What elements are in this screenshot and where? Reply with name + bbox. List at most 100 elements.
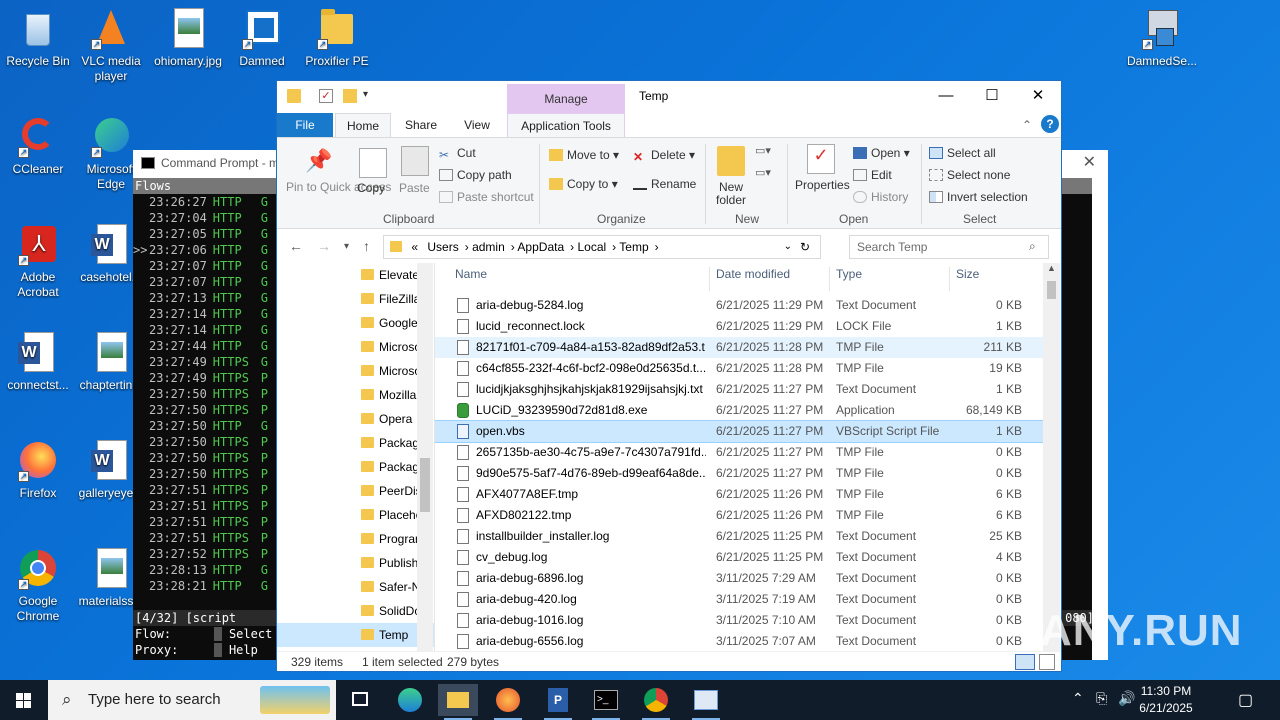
column-size[interactable]: Size: [956, 267, 979, 281]
search-input[interactable]: Search Temp: [849, 235, 1049, 259]
properties-quick-icon[interactable]: ✓: [319, 89, 333, 103]
file-row[interactable]: aria-debug-6896.log 3/11/2025 7:29 AM Text…: [435, 568, 1045, 589]
start-button[interactable]: [0, 680, 48, 720]
desktop-icon-damned[interactable]: ↗ Damned: [224, 8, 300, 69]
navigation-scroll-thumb[interactable]: [420, 458, 430, 512]
refresh-icon[interactable]: ↻: [800, 236, 810, 258]
desktop-icon-google-chrome[interactable]: ↗ Google Chrome: [0, 548, 76, 624]
nav-item[interactable]: Google: [277, 311, 434, 335]
nav-item[interactable]: Mozilla: [277, 383, 434, 407]
nav-item[interactable]: Microso: [277, 359, 434, 383]
desktop-icon-connectst[interactable]: Wconnectst...: [0, 332, 76, 393]
tab-application-tools[interactable]: Application Tools: [507, 113, 625, 137]
file-row[interactable]: lucid_reconnect.lock 6/21/2025 11:29 PM LO…: [435, 316, 1045, 337]
file-row[interactable]: 82171f01-c709-4a84-a153-82ad89df2a53.t..…: [435, 337, 1045, 358]
file-row[interactable]: AFXD802122.tmp 6/21/2025 11:26 PM TMP File…: [435, 505, 1045, 526]
pin-to-quick-access-button[interactable]: Pin to Quick access: [286, 181, 391, 194]
file-row[interactable]: open.vbs 6/21/2025 11:27 PM VBScript Scrip…: [435, 420, 1045, 443]
explorer-title-bar[interactable]: ✓ ▾ Manage Temp — ☐ ✕: [277, 81, 1061, 113]
nav-item[interactable]: Temp: [277, 623, 434, 647]
nav-item[interactable]: Progran: [277, 527, 434, 551]
copy-button[interactable]: Copy: [357, 181, 385, 195]
recent-locations-icon[interactable]: ▾: [344, 241, 349, 252]
file-row[interactable]: cv_debug.log 6/21/2025 11:25 PM Text Docum…: [435, 547, 1045, 568]
history-button[interactable]: History: [853, 190, 908, 204]
file-row[interactable]: installbuilder_installer.log 6/21/2025 11…: [435, 526, 1045, 547]
tab-file[interactable]: File: [277, 113, 333, 137]
taskbar-edge[interactable]: [390, 684, 430, 716]
desktop-icon-ohiomary-jpg[interactable]: ohiomary.jpg: [150, 8, 226, 69]
address-bar[interactable]: « Users › admin › AppData › Local › Temp › ⌄ …: [383, 235, 821, 259]
desktop-icon-recycle-bin[interactable]: Recycle Bin: [0, 8, 76, 69]
notifications-icon[interactable]: ▢: [1238, 690, 1253, 710]
new-item-icon[interactable]: ▭▾: [755, 144, 771, 157]
column-divider[interactable]: [709, 267, 710, 291]
desktop-icon-firefox[interactable]: ↗ Firefox: [0, 440, 76, 501]
file-row[interactable]: c64cf855-232f-4c6f-bcf2-098e0d25635d.t..…: [435, 358, 1045, 379]
new-folder-button[interactable]: New folder: [714, 181, 748, 207]
cmd-scrollbar[interactable]: [1092, 178, 1108, 660]
column-date-modified[interactable]: Date modified: [716, 267, 790, 281]
details-view-icon[interactable]: [1015, 654, 1035, 670]
taskbar-firefox[interactable]: [488, 684, 528, 720]
up-arrow-icon[interactable]: ↑: [363, 238, 370, 254]
nav-item[interactable]: SolidDc: [277, 599, 434, 623]
taskbar-window-app[interactable]: [686, 684, 726, 720]
file-explorer-window[interactable]: ✓ ▾ Manage Temp — ☐ ✕ File Home Share Vi…: [276, 80, 1062, 672]
file-row[interactable]: aria-debug-420.log 3/11/2025 7:19 AM Text …: [435, 589, 1045, 610]
rename-button[interactable]: Rename: [633, 177, 696, 191]
select-none-button[interactable]: Select none: [929, 168, 1010, 182]
file-row[interactable]: lucidjkjaksghjhsjkahjskjak81929ijsahsjkj…: [435, 379, 1045, 400]
copy-to-button[interactable]: Copy to ▾: [549, 177, 618, 191]
cmd-close-button[interactable]: ✕: [1083, 150, 1096, 176]
forward-arrow-icon[interactable]: →: [317, 238, 331, 254]
scroll-up-icon[interactable]: ▲: [1047, 263, 1056, 273]
easy-access-icon[interactable]: ▭▾: [755, 166, 771, 179]
navigation-pane[interactable]: Elevate FileZilla Google Microso Microso Mozi…: [277, 263, 435, 651]
file-list-scroll-thumb[interactable]: [1047, 281, 1056, 299]
nav-item[interactable]: Packag: [277, 455, 434, 479]
paste-shortcut-button[interactable]: Paste shortcut: [439, 190, 534, 204]
file-row[interactable]: 9d90e575-5af7-4d76-89eb-d99eaf64a8de....…: [435, 463, 1045, 484]
nav-item[interactable]: Opera: [277, 407, 434, 431]
breadcrumb-overflow[interactable]: «: [411, 240, 418, 254]
breadcrumb-appdata[interactable]: AppData: [517, 240, 564, 254]
nav-item[interactable]: Microso: [277, 335, 434, 359]
file-row[interactable]: 2657135b-ae30-4c75-a9e7-7c4307a791fd....…: [435, 442, 1045, 463]
open-button[interactable]: Open ▾: [853, 146, 910, 160]
select-all-button[interactable]: Select all: [929, 146, 996, 160]
breadcrumb-temp[interactable]: Temp: [619, 240, 648, 254]
column-divider[interactable]: [949, 267, 950, 291]
nav-item[interactable]: Elevate: [277, 263, 434, 287]
file-list[interactable]: Name Date modified Type Size aria-debug-…: [435, 263, 1045, 651]
taskbar-chrome[interactable]: [636, 684, 676, 720]
nav-item[interactable]: Safer-N: [277, 575, 434, 599]
column-divider[interactable]: [829, 267, 830, 291]
file-row[interactable]: AFX4077A8EF.tmp 6/21/2025 11:26 PM TMP Fil…: [435, 484, 1045, 505]
file-row[interactable]: aria-debug-1016.log 3/11/2025 7:10 AM Text…: [435, 610, 1045, 631]
copy-path-button[interactable]: Copy path: [439, 168, 512, 182]
move-to-button[interactable]: Move to ▾: [549, 148, 619, 162]
tab-share[interactable]: Share: [395, 113, 447, 137]
clock[interactable]: 11:30 PM 6/21/2025: [1128, 683, 1204, 717]
desktop-icon-proxifier-pe[interactable]: ↗ Proxifier PE: [299, 8, 375, 69]
customize-quick-access-icon[interactable]: ▾: [363, 89, 377, 103]
network-icon[interactable]: ⎘: [1096, 690, 1107, 707]
taskbar-command-prompt[interactable]: >_: [586, 684, 626, 720]
desktop-icon-adobe-acrobat[interactable]: ⅄ ↗ Adobe Acrobat: [0, 224, 76, 300]
column-name[interactable]: Name: [455, 267, 487, 281]
cut-button[interactable]: ✂ Cut: [439, 146, 476, 162]
taskbar-proxifier[interactable]: P: [538, 684, 578, 720]
file-row[interactable]: LUCiD_93239590d72d81d8.exe 6/21/2025 11:2…: [435, 400, 1045, 421]
large-icons-view-icon[interactable]: [1039, 654, 1055, 670]
help-icon[interactable]: ?: [1041, 115, 1059, 133]
paste-button[interactable]: Paste: [399, 181, 430, 195]
tab-home[interactable]: Home: [335, 113, 391, 137]
navigation-scrollbar[interactable]: [417, 263, 433, 651]
tab-view[interactable]: View: [451, 113, 503, 137]
close-button[interactable]: ✕: [1015, 81, 1061, 111]
file-row[interactable]: aria-debug-5284.log 6/21/2025 11:29 PM Tex…: [435, 295, 1045, 316]
new-folder-quick-icon[interactable]: [343, 89, 357, 103]
breadcrumb-users[interactable]: Users: [427, 240, 458, 254]
delete-button[interactable]: ✕ Delete ▾: [633, 148, 695, 164]
